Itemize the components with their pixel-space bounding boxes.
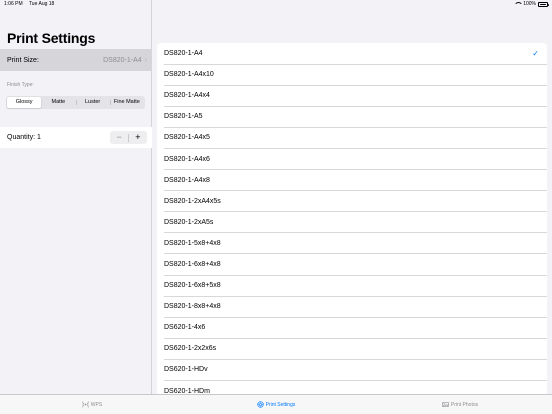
size-list-item-label: DS620-1-4x6 bbox=[164, 324, 206, 332]
status-left: 1:06 PM Tue Aug 18 bbox=[4, 0, 59, 9]
size-list-item[interactable]: DS820-1-A4x5 bbox=[157, 127, 547, 149]
size-list-item[interactable]: DS620-1-HDm bbox=[157, 381, 547, 394]
tab-print-settings-label: Print Settings bbox=[265, 401, 296, 408]
size-list-item-label: DS820-1-A4x10 bbox=[164, 71, 214, 79]
size-list-item[interactable]: DS820-1-5x8+4x8 bbox=[157, 233, 547, 255]
size-list-item-label: DS620-1-HDv bbox=[164, 366, 208, 374]
quantity-stepper: − + bbox=[110, 131, 147, 144]
size-list-item[interactable]: DS820-1-A4x8 bbox=[157, 170, 547, 191]
battery-percent: 100% bbox=[523, 1, 536, 7]
checkmark-icon: ✓ bbox=[532, 49, 539, 59]
tab-print-settings[interactable]: Print Settings bbox=[184, 395, 368, 414]
status-bar: 1:06 PM Tue Aug 18 100% bbox=[0, 0, 552, 9]
increment-button[interactable]: + bbox=[129, 131, 147, 144]
size-list-item-label: DS820-1-2xA4x5s bbox=[164, 197, 221, 205]
tab-wps-label: WPS bbox=[90, 401, 103, 408]
size-list-item[interactable]: DS620-1-4x6 bbox=[157, 317, 547, 339]
tab-wps[interactable]: WPS bbox=[0, 395, 184, 414]
size-list-item-label: DS820-1-8x8+4x8 bbox=[164, 303, 221, 311]
size-list-item[interactable]: DS820-1-A4x4 bbox=[157, 85, 547, 107]
decrement-button[interactable]: − bbox=[110, 131, 128, 144]
size-list-item-label: DS820-1-5x8+4x8 bbox=[164, 239, 221, 247]
size-list-item-label: DS820-1-6x8+5x8 bbox=[164, 282, 221, 290]
tab-print-photos-label: Print Photos bbox=[450, 401, 479, 408]
status-time: 1:06 PM bbox=[4, 1, 23, 7]
size-list-item[interactable]: DS820-1-2xA4x5s bbox=[157, 191, 547, 212]
quantity-row: Quantity: 1 − + bbox=[0, 127, 152, 148]
size-list-panel: DS820-1-A4 ✓ DS820-1-A4x10 DS820-1-A4x4 DS82… bbox=[152, 0, 552, 394]
wps-signal-icon bbox=[81, 401, 89, 408]
print-size-list[interactable]: DS820-1-A4 ✓ DS820-1-A4x10 DS820-1-A4x4 DS82… bbox=[157, 43, 547, 394]
size-list-item-label: DS620-1-2x2x6s bbox=[164, 345, 217, 353]
finish-type-segmented-control: Glossy Matte Luster Fine Matte bbox=[6, 96, 145, 109]
status-right: 100% bbox=[514, 0, 549, 9]
page-title: Print Settings bbox=[7, 30, 96, 46]
finish-type-label: Finish Type: bbox=[7, 82, 34, 88]
chevron-right-icon: › bbox=[144, 56, 147, 64]
size-list-item-label: DS820-1-2xA5s bbox=[164, 218, 214, 226]
photo-icon bbox=[442, 401, 449, 408]
size-list-item[interactable]: DS820-1-A4 ✓ bbox=[157, 43, 547, 65]
size-list-item[interactable]: DS820-1-6x8+5x8 bbox=[157, 275, 547, 297]
size-list-item-label: DS820-1-A4x6 bbox=[164, 155, 210, 163]
size-list-item-label: DS820-1-A5 bbox=[164, 113, 203, 121]
size-list-item[interactable]: DS820-1-A4x10 bbox=[157, 64, 547, 86]
size-list-item-label: DS820-1-6x8+4x8 bbox=[164, 260, 221, 268]
size-list-item[interactable]: DS820-1-A4x6 bbox=[157, 148, 547, 170]
quantity-label: Quantity: 1 bbox=[7, 134, 41, 141]
size-list-item-label: DS820-1-A4x8 bbox=[164, 176, 210, 184]
print-size-label: Print Size: bbox=[7, 56, 39, 64]
settings-gear-icon bbox=[257, 401, 264, 408]
size-list-item[interactable]: DS620-1-2x2x6s bbox=[157, 338, 547, 360]
battery-icon bbox=[538, 2, 549, 7]
size-list-item[interactable]: DS820-1-8x8+4x8 bbox=[157, 296, 547, 318]
finish-option-matte[interactable]: Matte bbox=[41, 97, 75, 108]
size-list-item[interactable]: DS820-1-A5 bbox=[157, 106, 547, 128]
settings-panel: Print Settings Print Size: DS820-1-A4 › … bbox=[0, 0, 152, 394]
size-list-item[interactable]: DS820-1-2xA5s bbox=[157, 212, 547, 233]
size-list-item-label: DS820-1-A4 bbox=[164, 50, 203, 58]
print-size-row[interactable]: Print Size: DS820-1-A4 › bbox=[0, 49, 152, 71]
print-size-value: DS820-1-A4 bbox=[103, 56, 142, 64]
size-list-item-label: DS820-1-A4x5 bbox=[164, 134, 210, 142]
status-date: Tue Aug 18 bbox=[28, 1, 55, 7]
finish-option-fine-matte[interactable]: Fine Matte bbox=[109, 97, 144, 108]
size-list-item[interactable]: DS620-1-HDv bbox=[157, 359, 547, 381]
tab-bar: WPS Print Settings Print Photos bbox=[0, 394, 552, 414]
tab-print-photos[interactable]: Print Photos bbox=[368, 395, 552, 414]
size-list-item-label: DS820-1-A4x4 bbox=[164, 92, 210, 100]
size-list-item[interactable]: DS820-1-6x8+4x8 bbox=[157, 254, 547, 276]
finish-option-glossy[interactable]: Glossy bbox=[7, 97, 42, 108]
wifi-icon bbox=[514, 2, 524, 7]
finish-option-luster[interactable]: Luster bbox=[75, 97, 110, 108]
